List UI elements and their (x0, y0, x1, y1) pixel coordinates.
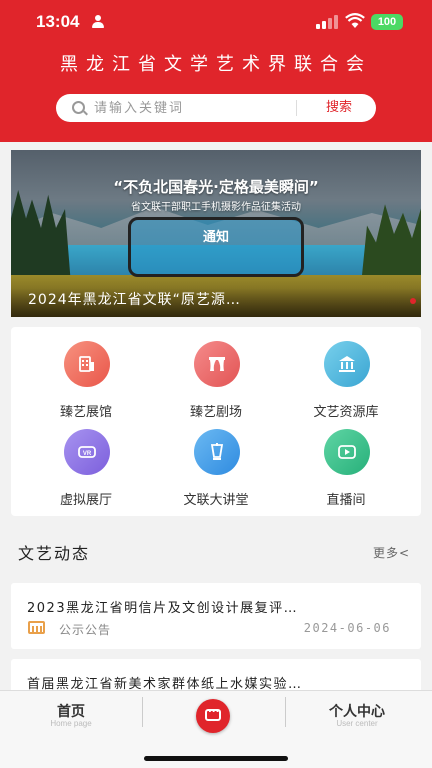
home-indicator (144, 756, 288, 761)
header: 13:04 100 黑龙江省文学艺术界联合会 搜索 (0, 0, 432, 142)
status-time: 13:04 (36, 12, 80, 31)
grid-label: 文联大讲堂 (183, 493, 249, 508)
grid-item-lecture[interactable]: 文联大讲堂 (156, 429, 276, 509)
banner-caption: 2024年黑龙江省文联“原艺源… (11, 288, 421, 317)
banner-headline: “不负北国春光·定格最美瞬间” (113, 178, 319, 196)
grid-label: 文艺资源库 (313, 405, 379, 420)
bar-chart-icon (28, 621, 45, 634)
search-icon (72, 101, 85, 114)
theater-icon (194, 341, 240, 387)
library-icon (324, 341, 370, 387)
chat-button[interactable] (196, 699, 230, 733)
banner-subline: 省文联干部职工手机摄影作品征集活动 (131, 202, 301, 213)
carousel-indicator[interactable] (410, 298, 416, 304)
grid-item-library[interactable]: 文艺资源库 (286, 341, 406, 421)
news-date: 2024-06-06 (303, 621, 391, 635)
news-item[interactable]: 2023黑龙江省明信片及文创设计展复评… 公示公告 2024-06-06 (11, 583, 421, 649)
live-icon (324, 429, 370, 475)
lecture-icon (194, 429, 240, 475)
tab-divider (142, 697, 143, 727)
search-button[interactable]: 搜索 (306, 94, 372, 122)
grid-item-vr[interactable]: VR 虚拟展厅 (26, 429, 146, 509)
grid-label: 虚拟展厅 (59, 493, 112, 508)
tab-user-center[interactable]: 个人中心 User center (286, 691, 428, 733)
banner-carousel[interactable]: “不负北国春光·定格最美瞬间” 省文联干部职工手机摄影作品征集活动 通知 202… (11, 150, 421, 317)
search-divider (296, 100, 297, 116)
grid-item-gallery[interactable]: 臻艺展馆 (26, 341, 146, 421)
grid-label: 臻艺展馆 (59, 405, 112, 420)
feature-grid: 臻艺展馆 臻艺剧场 文艺资源库 VR 虚拟展厅 文联大讲堂 直播间 (11, 327, 421, 516)
status-bar: 13:04 100 (0, 0, 432, 46)
tab-user-label: 个人中心 (329, 704, 385, 720)
signal-icon (316, 15, 338, 29)
news-section-header: 文艺动态 更多< (0, 532, 432, 568)
tab-home-sublabel: Home page (50, 719, 92, 728)
tab-home-label: 首页 (57, 704, 85, 720)
search-input[interactable] (94, 98, 334, 118)
grid-item-theater[interactable]: 臻艺剧场 (156, 341, 276, 421)
page-title: 黑龙江省文学艺术界联合会 (60, 54, 372, 75)
vr-icon: VR (64, 429, 110, 475)
more-link[interactable]: 更多< (373, 544, 410, 561)
grid-label: 臻艺剧场 (189, 405, 242, 420)
news-title: 2023黑龙江省明信片及文创设计展复评… (27, 601, 299, 616)
grid-item-live[interactable]: 直播间 (286, 429, 406, 509)
tab-home[interactable]: 首页 Home page (0, 691, 142, 733)
person-icon (92, 15, 104, 29)
battery-indicator: 100 (371, 14, 403, 30)
gallery-icon (64, 341, 110, 387)
banner-notice: 通知 (202, 230, 229, 245)
grid-label: 直播间 (326, 493, 366, 508)
chat-bubble-icon (205, 704, 221, 721)
search-bar: 搜索 (56, 94, 376, 122)
news-category: 公示公告 (59, 623, 112, 637)
wifi-icon (345, 13, 365, 29)
tab-user-sublabel: User center (336, 719, 378, 728)
svg-text:VR: VR (83, 451, 92, 457)
section-title: 文艺动态 (18, 544, 91, 563)
